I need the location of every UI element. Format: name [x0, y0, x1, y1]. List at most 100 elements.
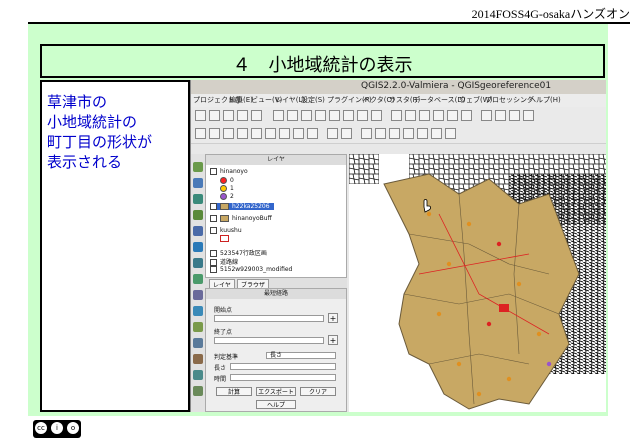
- add-feature-icon[interactable]: [223, 128, 234, 139]
- plugin-tool-2-icon[interactable]: [403, 128, 414, 139]
- georeferencer-icon[interactable]: [375, 128, 386, 139]
- add-raster-layer-icon[interactable]: [193, 178, 203, 188]
- plugin-tool-4-icon[interactable]: [431, 128, 442, 139]
- annotation-icon[interactable]: [509, 110, 520, 121]
- composer-manager-icon[interactable]: [251, 110, 262, 121]
- paste-features-icon[interactable]: [307, 128, 318, 139]
- menu-edit[interactable]: 編集(E): [229, 95, 253, 105]
- export-button[interactable]: エクスポート: [256, 387, 296, 396]
- menu-help[interactable]: ヘルプ(H): [529, 95, 561, 105]
- layer-item[interactable]: kuushu: [210, 227, 242, 234]
- new-spatialite-icon[interactable]: [193, 338, 203, 348]
- node-tool-icon[interactable]: [251, 128, 262, 139]
- shelter-point[interactable]: [516, 281, 522, 287]
- zoom-full-icon[interactable]: [315, 110, 326, 121]
- deselect-icon[interactable]: [419, 110, 430, 121]
- add-wfs-layer-icon[interactable]: [193, 274, 203, 284]
- layer-label: hinanoyo: [220, 168, 248, 175]
- new-gpx-icon[interactable]: [193, 354, 203, 364]
- add-mssql-layer-icon[interactable]: [193, 226, 203, 236]
- shelter-point[interactable]: [426, 211, 432, 217]
- plugin-tool-5-icon[interactable]: [445, 128, 456, 139]
- add-wms-layer-icon[interactable]: [193, 242, 203, 252]
- zoom-last-icon[interactable]: [357, 110, 368, 121]
- layer-checkbox[interactable]: [210, 227, 217, 234]
- delete-selected-icon[interactable]: [265, 128, 276, 139]
- attribute-table-icon[interactable]: [433, 110, 444, 121]
- layer-item[interactable]: 道路線: [210, 257, 238, 266]
- add-spatialite-layer-icon[interactable]: [193, 210, 203, 220]
- map-tips-icon[interactable]: [461, 110, 472, 121]
- shelter-point[interactable]: [506, 376, 512, 382]
- shelter-point[interactable]: [446, 261, 452, 267]
- zoom-in-icon[interactable]: [287, 110, 298, 121]
- layer-checkbox[interactable]: [210, 215, 217, 222]
- layer-checkbox[interactable]: [210, 168, 217, 175]
- measure-icon[interactable]: [447, 110, 458, 121]
- add-oracle-layer-icon[interactable]: [193, 306, 203, 316]
- show-bookmarks-icon[interactable]: [495, 110, 506, 121]
- layer-checkbox[interactable]: [210, 259, 217, 266]
- zoom-out-icon[interactable]: [301, 110, 312, 121]
- menu-database[interactable]: データベース(D): [413, 95, 466, 105]
- menu-settings[interactable]: 設定(S): [301, 95, 325, 105]
- shelter-point[interactable]: [496, 241, 502, 247]
- shelter-point[interactable]: [456, 361, 462, 367]
- layer-item[interactable]: hinanoyoBuff: [210, 215, 272, 222]
- clear-button[interactable]: クリア: [300, 387, 336, 396]
- new-bookmark-icon[interactable]: [481, 110, 492, 121]
- label-icon[interactable]: [523, 110, 534, 121]
- point-swatch-icon: [220, 185, 227, 192]
- shelter-point[interactable]: [536, 331, 542, 337]
- layer-checkbox[interactable]: [210, 250, 217, 257]
- map-canvas[interactable]: [349, 154, 606, 412]
- shelter-point[interactable]: [476, 391, 482, 397]
- add-wcs-layer-icon[interactable]: [193, 258, 203, 268]
- remove-layer-icon[interactable]: [193, 370, 203, 380]
- menu-processing[interactable]: プロセッシング: [485, 95, 534, 105]
- layer-item[interactable]: 523547行政区画: [210, 248, 267, 257]
- criterion-select[interactable]: 長さ: [266, 352, 336, 359]
- raster-calc-icon[interactable]: [361, 128, 372, 139]
- add-virtual-layer-icon[interactable]: [193, 386, 203, 396]
- shelter-point[interactable]: [466, 221, 472, 227]
- cut-features-icon[interactable]: [279, 128, 290, 139]
- pan-icon[interactable]: [273, 110, 284, 121]
- shelter-point[interactable]: [436, 311, 442, 317]
- layer-checkbox[interactable]: [210, 203, 217, 210]
- open-project-icon[interactable]: [209, 110, 220, 121]
- save-edits-icon[interactable]: [209, 128, 220, 139]
- identify-icon[interactable]: [391, 110, 402, 121]
- zoom-selection-icon[interactable]: [343, 110, 354, 121]
- copy-features-icon[interactable]: [293, 128, 304, 139]
- layer-checkbox[interactable]: [210, 266, 217, 273]
- end-point-field[interactable]: [214, 337, 324, 344]
- layer-item-selected[interactable]: h22ka25206: [210, 203, 274, 210]
- layer-item[interactable]: 5152w929003_modified: [210, 266, 292, 273]
- print-composer-icon[interactable]: [237, 110, 248, 121]
- undo-icon[interactable]: [327, 128, 338, 139]
- zoom-layer-icon[interactable]: [329, 110, 340, 121]
- shelter-point[interactable]: [486, 321, 492, 327]
- help-button[interactable]: ヘルプ: [256, 400, 296, 409]
- add-postgis-layer-icon[interactable]: [193, 194, 203, 204]
- refresh-icon[interactable]: [371, 110, 382, 121]
- new-project-icon[interactable]: [195, 110, 206, 121]
- move-feature-icon[interactable]: [237, 128, 248, 139]
- calculate-button[interactable]: 計算: [216, 387, 252, 396]
- new-shapefile-icon[interactable]: [193, 322, 203, 332]
- shelter-point[interactable]: [546, 361, 552, 367]
- redo-icon[interactable]: [341, 128, 352, 139]
- save-project-icon[interactable]: [223, 110, 234, 121]
- add-vector-layer-icon[interactable]: [193, 162, 203, 172]
- pick-end-plus-icon[interactable]: +: [328, 335, 338, 345]
- layer-item[interactable]: hinanoyo: [210, 168, 248, 175]
- pick-start-plus-icon[interactable]: +: [328, 313, 338, 323]
- edit-pencil-icon[interactable]: [195, 128, 206, 139]
- map-svg[interactable]: [349, 154, 606, 412]
- plugin-tool-3-icon[interactable]: [417, 128, 428, 139]
- plugin-tool-icon[interactable]: [389, 128, 400, 139]
- select-icon[interactable]: [405, 110, 416, 121]
- start-point-field[interactable]: [214, 315, 324, 322]
- add-delimited-text-icon[interactable]: [193, 290, 203, 300]
